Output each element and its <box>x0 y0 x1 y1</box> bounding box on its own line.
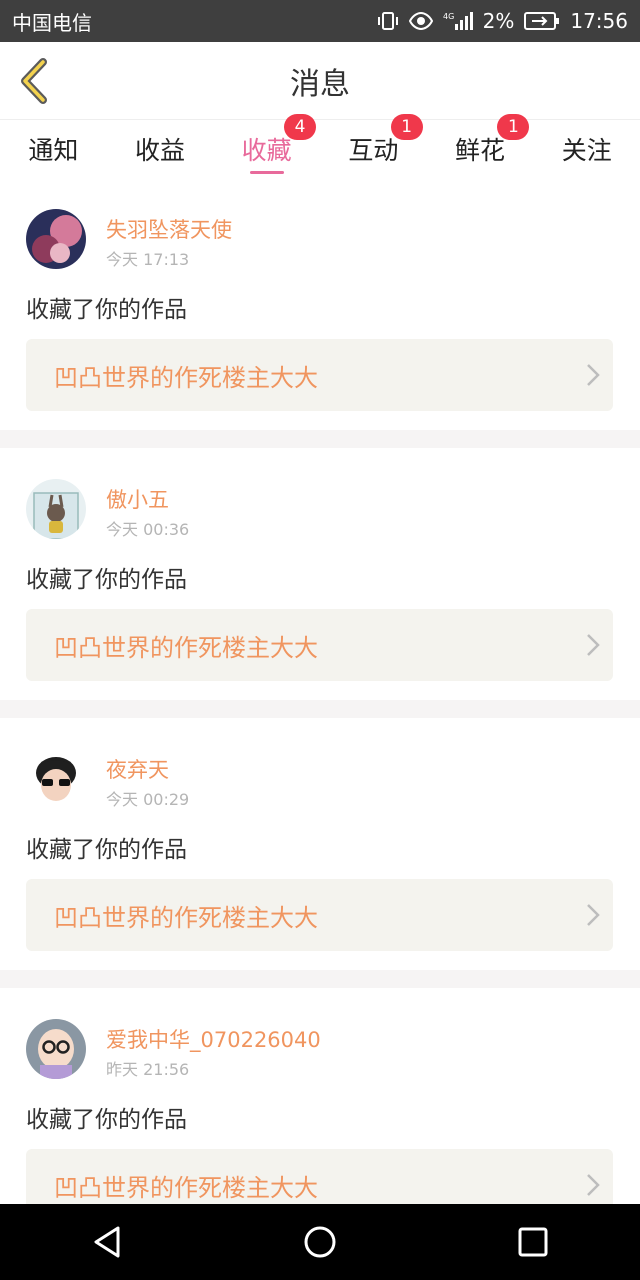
work-title: 凹凸世界的作死楼主大大 <box>54 903 318 932</box>
tab-flowers[interactable]: 鲜花 1 <box>427 114 534 178</box>
eye-icon <box>408 12 433 30</box>
work-title: 凹凸世界的作死楼主大大 <box>54 1173 318 1202</box>
work-link[interactable]: 凹凸世界的作死楼主大大 <box>26 879 613 951</box>
tab-label: 互动 <box>348 136 399 165</box>
battery-percent: 2% <box>482 9 515 33</box>
battery-charging-icon <box>524 12 560 30</box>
chevron-right-icon <box>573 1173 613 1197</box>
circle-home-icon <box>304 1226 336 1258</box>
signal-icon: 4G <box>443 10 473 32</box>
avatar[interactable] <box>26 749 86 809</box>
tab-label: 收藏 <box>241 136 292 165</box>
user-name[interactable]: 傲小五 <box>106 484 169 514</box>
network-type: 4G <box>443 12 454 21</box>
tab-interactions[interactable]: 互动 1 <box>320 114 427 178</box>
message-time: 今天 00:36 <box>106 520 190 539</box>
vibrate-icon <box>377 11 399 31</box>
back-arrow-icon <box>21 58 47 104</box>
chevron-right-icon <box>573 633 613 657</box>
tab-badge: 4 <box>284 114 317 140</box>
chevron-right-icon <box>573 903 613 927</box>
avatar[interactable] <box>26 209 86 269</box>
back-button[interactable] <box>14 56 54 106</box>
tab-badge: 1 <box>390 114 423 140</box>
active-tab-indicator <box>249 171 284 174</box>
system-nav-bar <box>0 1204 640 1280</box>
tab-earnings[interactable]: 收益 <box>107 120 214 178</box>
nav-back-button[interactable] <box>77 1212 137 1272</box>
message-list: 失羽坠落天使 今天 17:13 收藏了你的作品 凹凸世界的作死楼主大大 傲小五 … <box>0 178 640 1204</box>
message-time: 今天 00:29 <box>106 790 190 809</box>
chevron-right-icon <box>573 363 613 387</box>
message-time: 今天 17:13 <box>106 250 190 269</box>
message-text: 收藏了你的作品 <box>26 297 187 323</box>
message-text: 收藏了你的作品 <box>26 837 187 863</box>
status-bar: 中国电信 4G 2% 17:56 <box>0 0 640 42</box>
avatar[interactable] <box>26 479 86 539</box>
tab-label: 鲜花 <box>455 136 506 165</box>
message-time: 昨天 21:56 <box>106 1060 190 1079</box>
work-link[interactable]: 凹凸世界的作死楼主大大 <box>26 1149 613 1204</box>
tab-label: 通知 <box>28 136 79 165</box>
avatar[interactable] <box>26 1019 86 1079</box>
nav-home-button[interactable] <box>290 1212 350 1272</box>
nav-recents-button[interactable] <box>503 1212 563 1272</box>
user-name[interactable]: 夜弃天 <box>106 754 169 784</box>
tab-badge: 1 <box>497 114 530 140</box>
message-card: 失羽坠落天使 今天 17:13 收藏了你的作品 凹凸世界的作死楼主大大 <box>0 178 640 430</box>
message-card: 夜弃天 今天 00:29 收藏了你的作品 凹凸世界的作死楼主大大 <box>0 718 640 970</box>
tab-notifications[interactable]: 通知 <box>0 120 107 178</box>
tab-label: 关注 <box>561 136 612 165</box>
message-card: 傲小五 今天 00:36 收藏了你的作品 凹凸世界的作死楼主大大 <box>0 448 640 700</box>
header: 消息 <box>0 42 640 120</box>
tab-follows[interactable]: 关注 <box>533 120 640 178</box>
tab-favorites[interactable]: 收藏 4 <box>213 114 320 178</box>
triangle-back-icon <box>94 1226 120 1258</box>
tab-label: 收益 <box>135 136 186 165</box>
message-text: 收藏了你的作品 <box>26 567 187 593</box>
work-link[interactable]: 凹凸世界的作死楼主大大 <box>26 339 613 411</box>
work-link[interactable]: 凹凸世界的作死楼主大大 <box>26 609 613 681</box>
user-name[interactable]: 失羽坠落天使 <box>106 214 232 244</box>
page-title: 消息 <box>290 66 350 102</box>
work-title: 凹凸世界的作死楼主大大 <box>54 633 318 662</box>
tab-bar: 通知 收益 收藏 4 互动 1 鲜花 1 关注 <box>0 114 640 178</box>
work-title: 凹凸世界的作死楼主大大 <box>54 363 318 392</box>
message-card: 爱我中华_070226040 昨天 21:56 收藏了你的作品 凹凸世界的作死楼… <box>0 988 640 1204</box>
square-recents-icon <box>518 1227 548 1257</box>
carrier-label: 中国电信 <box>12 10 92 35</box>
clock: 17:56 <box>570 9 628 33</box>
message-text: 收藏了你的作品 <box>26 1107 187 1133</box>
user-name[interactable]: 爱我中华_070226040 <box>106 1024 321 1054</box>
